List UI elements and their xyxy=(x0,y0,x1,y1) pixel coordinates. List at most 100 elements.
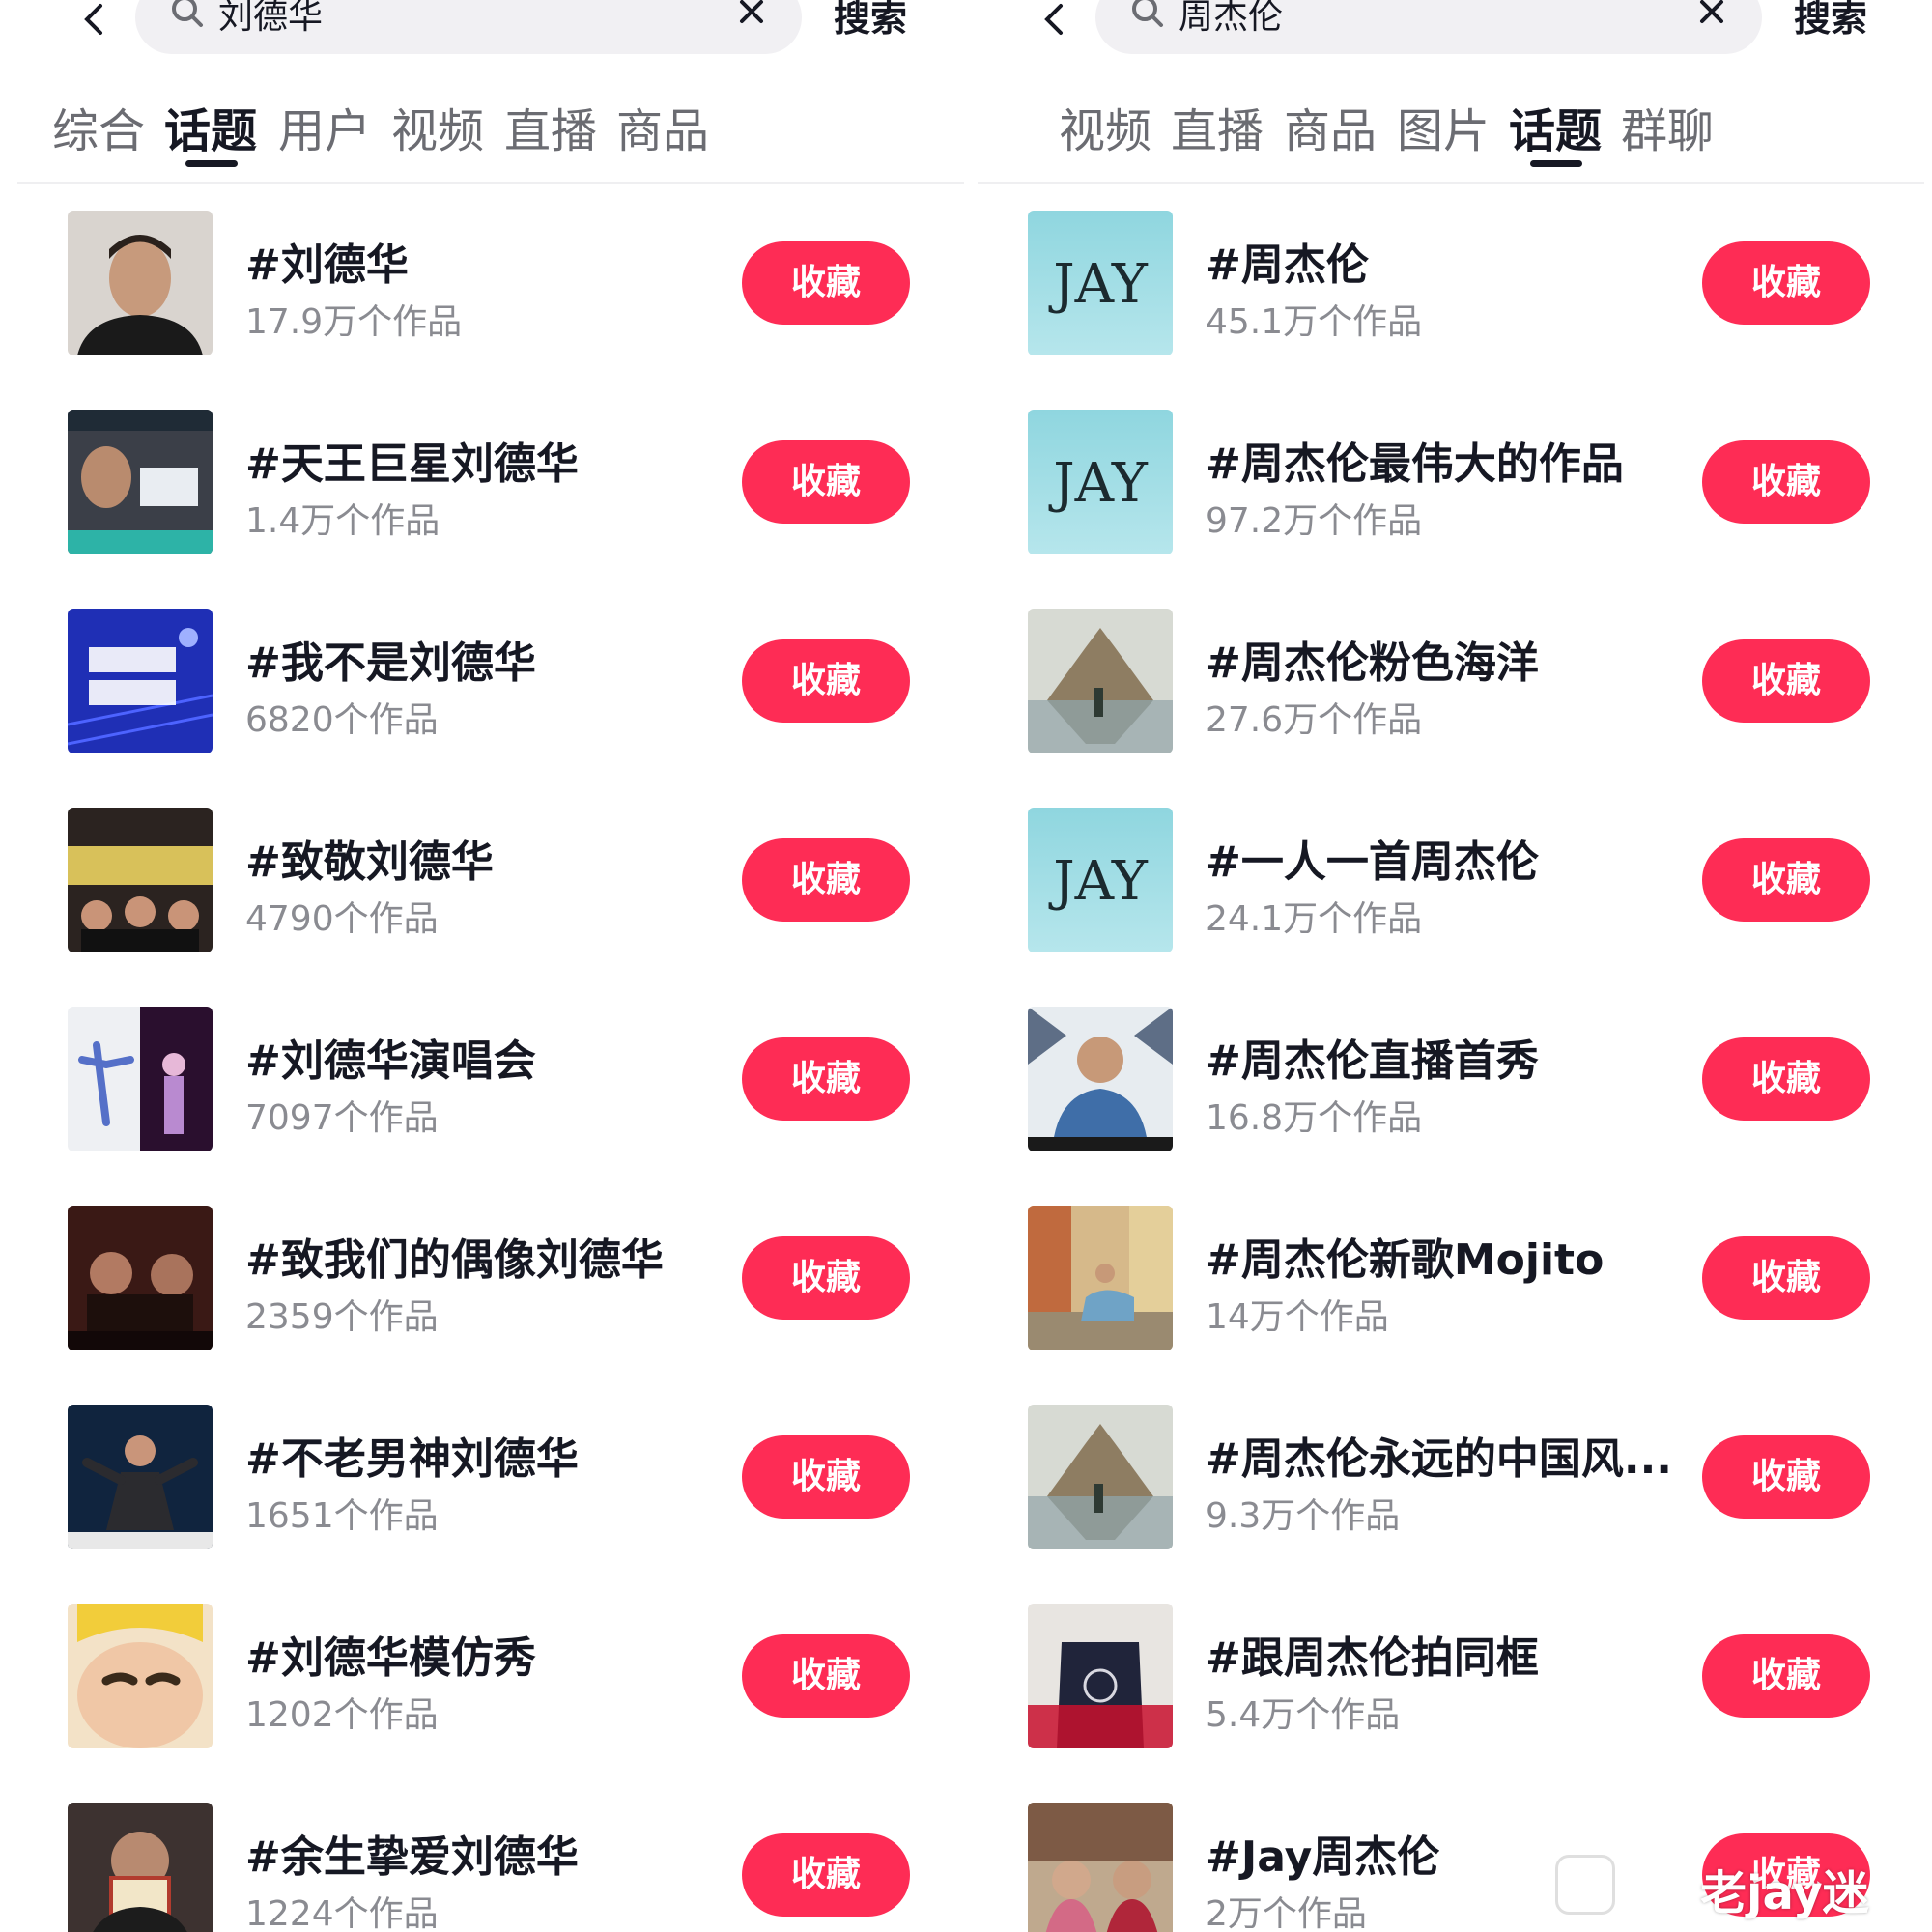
topic-row[interactable]: #致敬刘德华 4790个作品 收藏 xyxy=(17,808,964,1007)
favorite-button[interactable]: 收藏 xyxy=(742,1833,910,1917)
search-query-text: 周杰伦 xyxy=(1179,0,1284,37)
topic-row[interactable]: JAY #一人一首周杰伦 24.1万个作品 收藏 xyxy=(978,808,1924,1007)
topic-thumbnail xyxy=(68,1803,213,1932)
topic-row[interactable]: #致我们的偶像刘德华 2359个作品 收藏 xyxy=(17,1206,964,1405)
topic-title: #周杰伦 xyxy=(1206,241,1369,290)
search-query-text: 刘德华 xyxy=(218,0,324,37)
tab-images[interactable]: 图片 xyxy=(1397,93,1490,160)
favorite-button[interactable]: 收藏 xyxy=(1702,1634,1870,1718)
topic-row[interactable]: #天王巨星刘德华 1.4万个作品 收藏 xyxy=(17,410,964,609)
topic-row[interactable]: #刘德华 17.9万个作品 收藏 xyxy=(17,211,964,410)
topic-work-count: 27.6万个作品 xyxy=(1206,700,1423,740)
favorite-button[interactable]: 收藏 xyxy=(742,1236,910,1320)
tab-live[interactable]: 直播 xyxy=(504,93,597,160)
topic-row[interactable]: JAY #周杰伦最伟大的作品 97.2万个作品 收藏 xyxy=(978,410,1924,609)
tab-topics[interactable]: 话题 xyxy=(1509,93,1602,160)
favorite-button[interactable]: 收藏 xyxy=(742,1435,910,1519)
watermark: 老jay迷 xyxy=(1700,1866,1869,1920)
favorite-button[interactable]: 收藏 xyxy=(1702,1435,1870,1519)
topic-title: #天王巨星刘德华 xyxy=(245,440,579,489)
topic-title: #周杰伦粉色海洋 xyxy=(1206,639,1539,688)
topic-thumbnail xyxy=(1028,1405,1173,1549)
topic-work-count: 14万个作品 xyxy=(1206,1297,1389,1337)
search-submit-button[interactable]: 搜索 xyxy=(834,0,907,42)
topic-row[interactable]: #周杰伦直播首秀 16.8万个作品 收藏 xyxy=(978,1007,1924,1206)
topic-work-count: 4790个作品 xyxy=(245,899,439,939)
favorite-button[interactable]: 收藏 xyxy=(1702,440,1870,524)
topic-title: #刘德华模仿秀 xyxy=(245,1634,536,1683)
topic-work-count: 1651个作品 xyxy=(245,1496,439,1536)
tab-bar: 视频 直播 商品 图片 话题 群聊 xyxy=(978,93,1924,185)
topic-title: #周杰伦直播首秀 xyxy=(1206,1037,1539,1086)
clear-icon[interactable] xyxy=(736,0,767,27)
favorite-button[interactable]: 收藏 xyxy=(1702,639,1870,723)
topic-title: #周杰伦新歌Mojito xyxy=(1206,1236,1605,1285)
tab-videos[interactable]: 视频 xyxy=(1059,93,1151,160)
topic-thumbnail: JAY xyxy=(1028,808,1173,952)
search-submit-button[interactable]: 搜索 xyxy=(1794,0,1867,42)
topic-thumbnail xyxy=(68,609,213,753)
topic-row[interactable]: #周杰伦永远的中国风... 9.3万个作品 收藏 xyxy=(978,1405,1924,1604)
topic-row[interactable]: JAY #周杰伦 45.1万个作品 收藏 xyxy=(978,211,1924,410)
topic-row[interactable]: #周杰伦新歌Mojito 14万个作品 收藏 xyxy=(978,1206,1924,1405)
back-icon[interactable] xyxy=(75,0,114,39)
topic-work-count: 17.9万个作品 xyxy=(245,302,463,342)
search-icon xyxy=(168,0,207,31)
active-tab-indicator xyxy=(1530,160,1582,167)
topic-row[interactable]: #我不是刘德华 6820个作品 收藏 xyxy=(17,609,964,808)
search-input[interactable]: 刘德华 xyxy=(135,0,802,54)
favorite-button[interactable]: 收藏 xyxy=(742,838,910,922)
divider xyxy=(17,182,964,184)
tab-bar: 综合 话题 用户 视频 直播 商品 xyxy=(17,93,964,185)
tab-users[interactable]: 用户 xyxy=(278,93,371,160)
thumbnail-logo-text: JAY xyxy=(1048,850,1149,913)
topic-work-count: 1224个作品 xyxy=(245,1894,439,1932)
topic-work-count: 9.3万个作品 xyxy=(1206,1496,1401,1536)
topic-row[interactable]: #余生挚爱刘德华 1224个作品 收藏 xyxy=(17,1803,964,1932)
favorite-button[interactable]: 收藏 xyxy=(742,1634,910,1718)
search-input[interactable]: 周杰伦 xyxy=(1095,0,1762,54)
topic-work-count: 5.4万个作品 xyxy=(1206,1695,1401,1735)
favorite-button[interactable]: 收藏 xyxy=(1702,1236,1870,1320)
topic-thumbnail xyxy=(1028,1206,1173,1350)
tab-products[interactable]: 商品 xyxy=(616,93,709,160)
tab-videos[interactable]: 视频 xyxy=(391,93,484,160)
favorite-button[interactable]: 收藏 xyxy=(742,639,910,723)
topic-work-count: 16.8万个作品 xyxy=(1206,1098,1423,1138)
topic-thumbnail xyxy=(68,1604,213,1748)
topic-title: #刘德华 xyxy=(245,241,409,290)
topic-title: #一人一首周杰伦 xyxy=(1206,838,1539,887)
back-icon[interactable] xyxy=(1036,0,1074,39)
topic-thumbnail xyxy=(68,410,213,554)
topic-row[interactable]: #刘德华模仿秀 1202个作品 收藏 xyxy=(17,1604,964,1803)
topic-row[interactable]: #不老男神刘德华 1651个作品 收藏 xyxy=(17,1405,964,1604)
favorite-button[interactable]: 收藏 xyxy=(742,1037,910,1121)
topic-thumbnail xyxy=(1028,1803,1173,1932)
favorite-button[interactable]: 收藏 xyxy=(1702,242,1870,325)
tab-group-chats[interactable]: 群聊 xyxy=(1621,93,1714,160)
topic-thumbnail: JAY xyxy=(1028,211,1173,355)
topic-work-count: 97.2万个作品 xyxy=(1206,501,1423,541)
search-icon xyxy=(1128,0,1167,31)
favorite-button[interactable]: 收藏 xyxy=(742,440,910,524)
topic-row[interactable]: #周杰伦粉色海洋 27.6万个作品 收藏 xyxy=(978,609,1924,808)
topic-work-count: 7097个作品 xyxy=(245,1098,439,1138)
topic-row[interactable]: #刘德华演唱会 7097个作品 收藏 xyxy=(17,1007,964,1206)
favorite-button[interactable]: 收藏 xyxy=(1702,1037,1870,1121)
tab-comprehensive[interactable]: 综合 xyxy=(52,93,145,160)
topic-title: #致敬刘德华 xyxy=(245,838,494,887)
divider xyxy=(978,182,1924,184)
clear-icon[interactable] xyxy=(1696,0,1727,27)
favorite-button[interactable]: 收藏 xyxy=(742,242,910,325)
favorite-button[interactable]: 收藏 xyxy=(1702,838,1870,922)
topic-thumbnail xyxy=(68,808,213,952)
thumbnail-logo-text: JAY xyxy=(1048,253,1149,316)
topic-row[interactable]: #跟周杰伦拍同框 5.4万个作品 收藏 xyxy=(978,1604,1924,1803)
topic-title: #刘德华演唱会 xyxy=(245,1037,536,1086)
tab-live[interactable]: 直播 xyxy=(1171,93,1264,160)
topic-work-count: 1202个作品 xyxy=(245,1695,439,1735)
tab-products[interactable]: 商品 xyxy=(1284,93,1377,160)
tab-topics[interactable]: 话题 xyxy=(164,93,257,160)
topic-thumbnail xyxy=(1028,1604,1173,1748)
search-bar-row: 刘德华 搜索 xyxy=(17,0,964,58)
